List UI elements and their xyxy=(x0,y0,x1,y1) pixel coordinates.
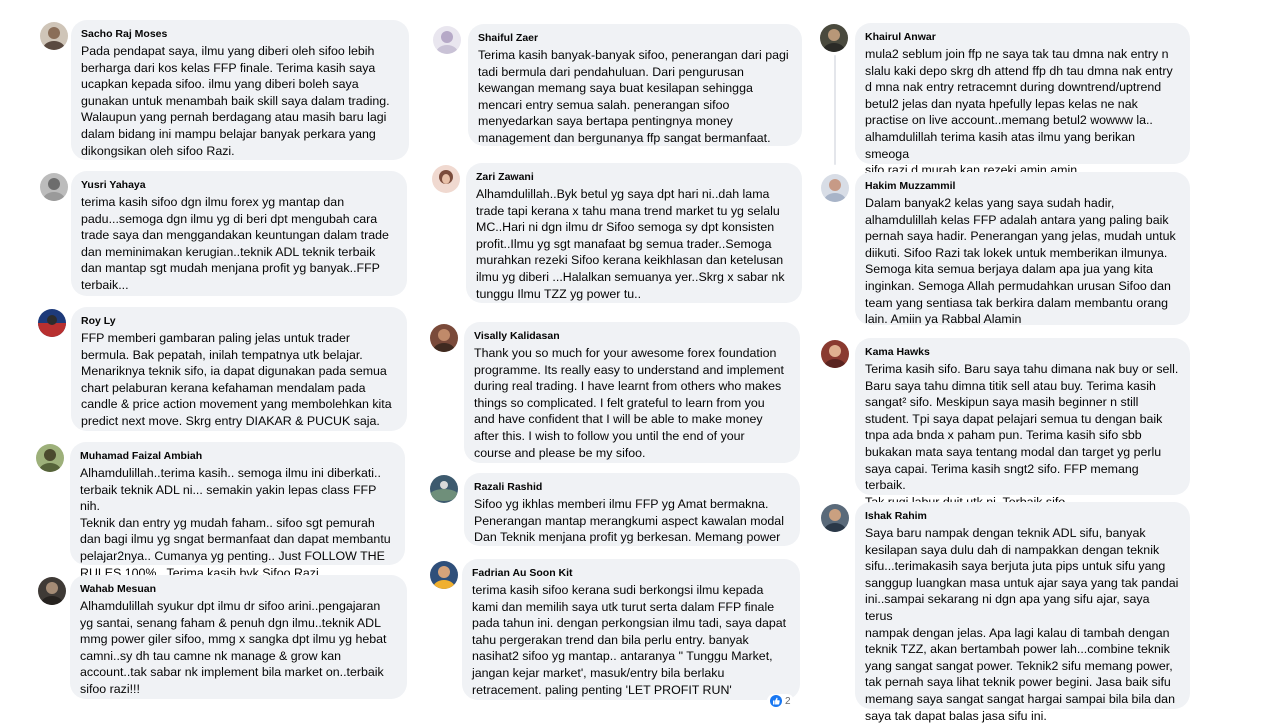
comment-text: terima kasih sifoo kerana sudi berkongsi… xyxy=(472,583,787,697)
comment-text: Alhamdulillah..terima kasih.. semoga ilm… xyxy=(80,466,391,580)
commenter-name[interactable]: Shaiful Zaer xyxy=(478,31,792,45)
comment-bubble: Kama Hawks Terima kasih sifo. Baru saya … xyxy=(855,338,1190,509)
comment-bubble: Visally Kalidasan Thank you so much for … xyxy=(464,322,800,463)
comment-text: Dalam banyak2 kelas yang saya sudah hadi… xyxy=(865,196,1176,327)
comment-text: Saya baru nampak dengan teknik ADL sifu,… xyxy=(865,526,1179,723)
commenter-name[interactable]: Khairul Anwar xyxy=(865,30,1180,44)
comment-text: terima kasih sifoo dgn ilmu forex yg man… xyxy=(81,195,389,292)
commenter-name[interactable]: Yusri Yahaya xyxy=(81,178,397,192)
comment-bubble: Ishak Rahim Saya baru nampak dengan tekn… xyxy=(855,502,1190,723)
comment-text: Terima kasih banyak-banyak sifoo, penera… xyxy=(478,48,789,145)
comment-bubble: Yusri Yahaya terima kasih sifoo dgn ilmu… xyxy=(71,171,407,296)
comment-text: Terima kasih sifo. Baru saya tahu dimana… xyxy=(865,362,1179,509)
comment-bubble: Zari Zawani Alhamdulillah..Byk betul yg … xyxy=(466,163,802,303)
avatar[interactable] xyxy=(821,504,849,532)
commenter-name[interactable]: Visally Kalidasan xyxy=(474,329,790,343)
commenter-name[interactable]: Fadrian Au Soon Kit xyxy=(472,566,790,580)
avatar[interactable] xyxy=(40,173,68,201)
reaction-number: 2 xyxy=(785,695,791,707)
comment-bubble: Wahab Mesuan Alhamdulillah syukur dpt il… xyxy=(70,575,407,699)
avatar[interactable] xyxy=(821,340,849,368)
comment-bubble: Muhamad Faizal Ambiah Alhamdulillah..ter… xyxy=(70,442,405,580)
commenter-name[interactable]: Ishak Rahim xyxy=(865,509,1180,523)
comment-bubble: Sacho Raj Moses Pada pendapat saya, ilmu… xyxy=(71,20,409,160)
comment-bubble: Razali Rashid Sifoo yg ikhlas memberi il… xyxy=(464,473,800,546)
avatar[interactable] xyxy=(38,309,66,337)
avatar[interactable] xyxy=(821,174,849,202)
commenter-name[interactable]: Hakim Muzzammil xyxy=(865,179,1180,193)
commenter-name[interactable]: Muhamad Faizal Ambiah xyxy=(80,449,395,463)
thread-line xyxy=(834,55,836,165)
commenter-name[interactable]: Razali Rashid xyxy=(474,480,790,494)
avatar[interactable] xyxy=(433,26,461,54)
commenter-name[interactable]: Wahab Mesuan xyxy=(80,582,397,596)
comment-text: Sifoo yg ikhlas memberi ilmu FFP yg Amat… xyxy=(474,497,784,545)
commenter-name[interactable]: Roy Ly xyxy=(81,314,397,328)
comment-text: Alhamdulillah..Byk betul yg saya dpt har… xyxy=(476,187,785,301)
avatar[interactable] xyxy=(36,444,64,472)
comment-bubble: Shaiful Zaer Terima kasih banyak-banyak … xyxy=(468,24,802,146)
comment-bubble: Roy Ly FFP memberi gambaran paling jelas… xyxy=(71,307,407,431)
avatar[interactable] xyxy=(430,475,458,503)
avatar[interactable] xyxy=(432,165,460,193)
avatar[interactable] xyxy=(430,324,458,352)
comment-text: Thank you so much for your awesome forex… xyxy=(474,346,784,460)
commenter-name[interactable]: Sacho Raj Moses xyxy=(81,27,399,41)
avatar[interactable] xyxy=(40,22,68,50)
commenter-name[interactable]: Zari Zawani xyxy=(476,170,792,184)
comment-text: mula2 seblum join ffp ne saya tak tau dm… xyxy=(865,47,1173,178)
comment-bubble: Fadrian Au Soon Kit terima kasih sifoo k… xyxy=(462,559,800,700)
commenter-name[interactable]: Kama Hawks xyxy=(865,345,1180,359)
avatar[interactable] xyxy=(38,577,66,605)
comment-bubble: Hakim Muzzammil Dalam banyak2 kelas yang… xyxy=(855,172,1190,327)
avatar[interactable] xyxy=(820,24,848,52)
avatar[interactable] xyxy=(430,561,458,589)
comment-text: FFP memberi gambaran paling jelas untuk … xyxy=(81,331,392,428)
comment-text: Alhamdulillah syukur dpt ilmu dr sifoo a… xyxy=(80,599,387,696)
comment-bubble: Khairul Anwar mula2 seblum join ffp ne s… xyxy=(855,23,1190,177)
like-icon xyxy=(770,695,782,707)
comment-text: Pada pendapat saya, ilmu yang diberi ole… xyxy=(81,44,390,158)
reaction-count[interactable]: 2 xyxy=(767,694,794,708)
